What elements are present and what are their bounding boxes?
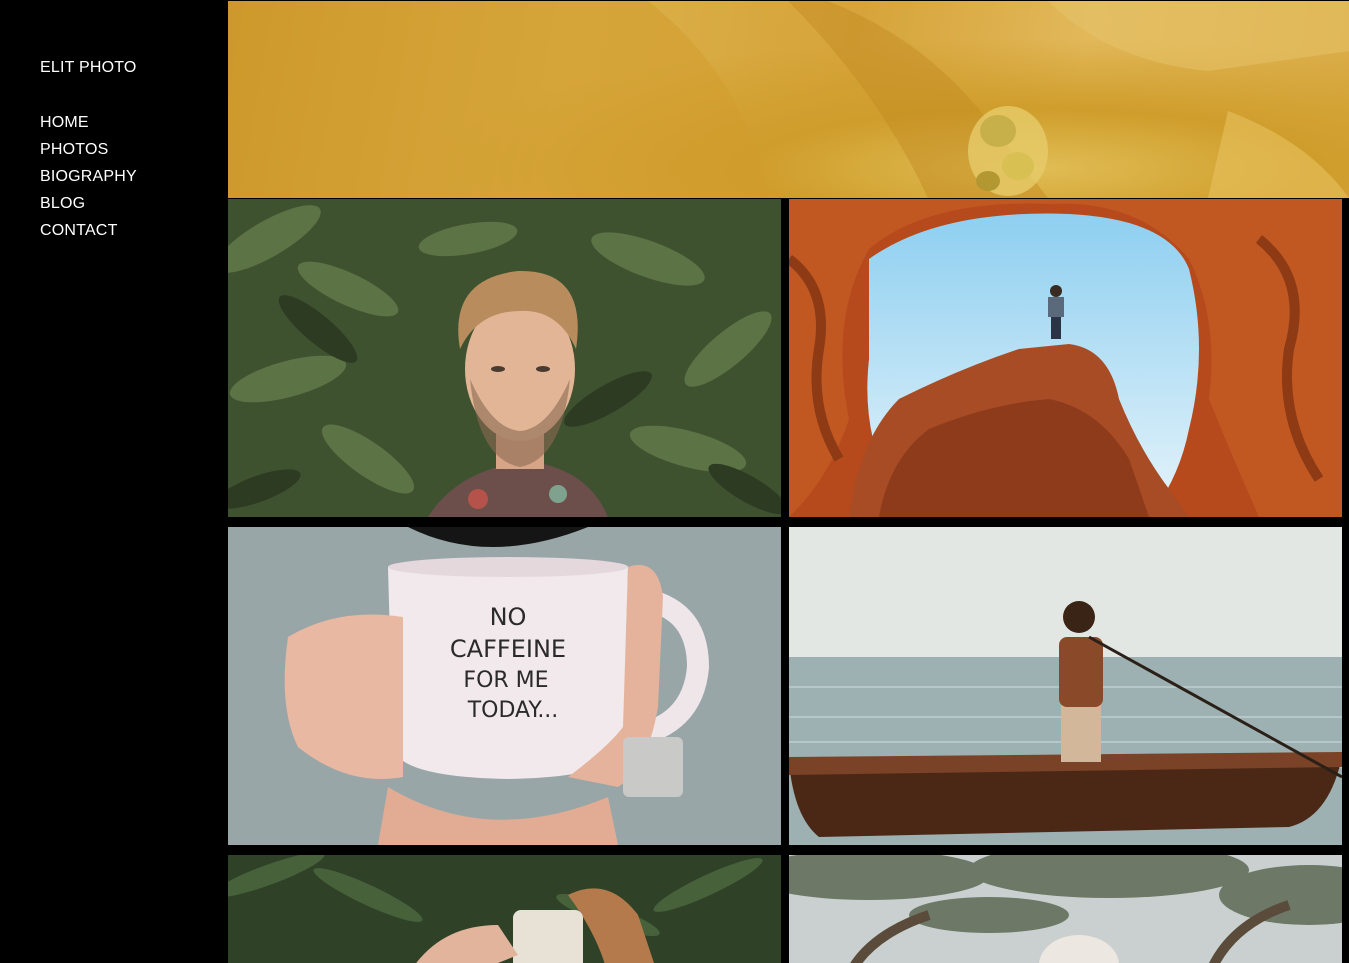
photo-boat-boy[interactable] bbox=[789, 527, 1342, 845]
boat-boy-image bbox=[789, 527, 1342, 845]
nav-link-biography[interactable]: BIOGRAPHY bbox=[40, 168, 137, 185]
photo-yellow-flower[interactable] bbox=[228, 1, 1349, 198]
nav-item-biography: BIOGRAPHY bbox=[40, 168, 137, 195]
coffee-splash-image bbox=[228, 855, 781, 963]
nav-item-blog: BLOG bbox=[40, 195, 137, 222]
mug-text-line: NO bbox=[490, 603, 527, 631]
photo-young-man[interactable] bbox=[228, 199, 781, 517]
sidebar: ELIT PHOTO HOME PHOTOS BIOGRAPHY BLOG CO… bbox=[0, 0, 228, 963]
main-nav: HOME PHOTOS BIOGRAPHY BLOG CONTACT bbox=[40, 114, 137, 249]
yellow-flower-image bbox=[228, 1, 1349, 198]
site-logo[interactable]: ELIT PHOTO bbox=[40, 59, 137, 77]
nav-item-photos: PHOTOS bbox=[40, 141, 137, 168]
tree-portrait-image bbox=[789, 855, 1342, 963]
cave-arch-image bbox=[789, 199, 1342, 517]
mug-text-line: FOR ME bbox=[463, 668, 548, 693]
photo-coffee-splash[interactable] bbox=[228, 855, 781, 963]
photo-cave-arch[interactable] bbox=[789, 199, 1342, 517]
mug-text-line: CAFFEINE bbox=[450, 635, 566, 663]
photo-gallery: NO CAFFEINE FOR ME TODAY... bbox=[228, 0, 1349, 963]
nav-item-contact: CONTACT bbox=[40, 222, 137, 249]
photo-mug[interactable]: NO CAFFEINE FOR ME TODAY... bbox=[228, 527, 781, 845]
nav-link-contact[interactable]: CONTACT bbox=[40, 222, 118, 239]
nav-link-home[interactable]: HOME bbox=[40, 114, 89, 131]
nav-item-home: HOME bbox=[40, 114, 137, 141]
young-man-image bbox=[228, 199, 781, 517]
mug-image: NO CAFFEINE FOR ME TODAY... bbox=[228, 527, 781, 845]
nav-link-blog[interactable]: BLOG bbox=[40, 195, 85, 212]
photo-tree-portrait[interactable] bbox=[789, 855, 1342, 963]
mug-text-line: TODAY... bbox=[467, 698, 559, 723]
nav-link-photos[interactable]: PHOTOS bbox=[40, 141, 108, 158]
